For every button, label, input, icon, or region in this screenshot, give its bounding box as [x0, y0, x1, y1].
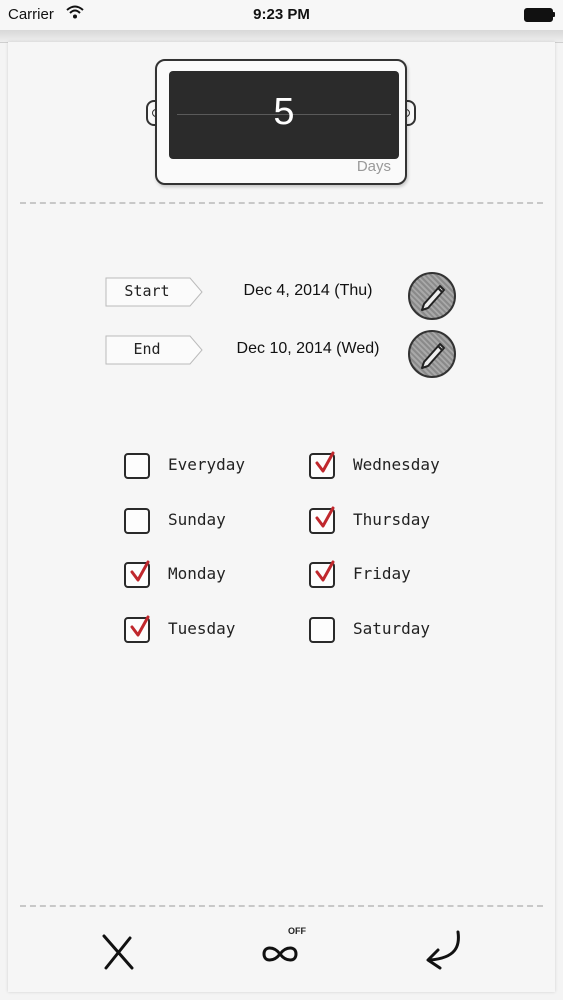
- return-icon: [426, 930, 460, 970]
- day-label: Friday: [353, 564, 411, 583]
- days-unit-label: Days: [356, 158, 391, 175]
- start-date-row: Start Dec 4, 2014 (Thu): [104, 272, 464, 320]
- day-label: Tuesday: [168, 619, 236, 638]
- confirm-return-button[interactable]: [420, 928, 470, 972]
- end-tag-label: End: [133, 340, 161, 358]
- status-bar: Carrier 9:23 PM: [0, 0, 563, 30]
- everyday-checkbox[interactable]: [124, 453, 150, 479]
- close-icon: [102, 934, 134, 970]
- divider-bottom: [20, 905, 543, 907]
- pencil-icon: [421, 343, 445, 369]
- start-date-value: Dec 4, 2014 (Thu): [243, 282, 373, 299]
- checkmark-icon: [315, 506, 335, 528]
- start-tag-label: Start: [124, 282, 170, 300]
- day-label: Wednesday: [353, 455, 440, 474]
- infinity-state-label: OFF: [288, 926, 306, 936]
- divider-top: [20, 202, 543, 204]
- friday-checkbox[interactable]: [309, 560, 335, 588]
- end-date-value: Dec 10, 2014 (Wed): [236, 340, 380, 357]
- day-option-tuesday[interactable]: Tuesday: [124, 614, 284, 644]
- end-tag: End: [104, 334, 204, 366]
- day-option-saturday[interactable]: Saturday: [309, 614, 469, 644]
- days-count: 5: [273, 91, 295, 133]
- sunday-checkbox[interactable]: [124, 508, 150, 534]
- wednesday-checkbox[interactable]: [309, 451, 335, 479]
- day-option-thursday[interactable]: Thursday: [309, 505, 469, 535]
- checkmark-icon: [130, 615, 150, 637]
- edit-end-button[interactable]: [408, 330, 456, 378]
- clock: 9:23 PM: [253, 6, 310, 23]
- end-date-row: End Dec 10, 2014 (Wed): [104, 330, 464, 378]
- edit-start-button[interactable]: [408, 272, 456, 320]
- day-label: Saturday: [353, 619, 431, 638]
- tuesday-checkbox[interactable]: [124, 615, 150, 643]
- saturday-checkbox[interactable]: [309, 617, 335, 643]
- day-label: Sunday: [168, 510, 226, 529]
- repeat-infinite-toggle[interactable]: OFF: [258, 926, 308, 972]
- cancel-button[interactable]: [94, 928, 144, 972]
- days-counter: 5 Days: [146, 56, 416, 186]
- checkmark-icon: [315, 560, 335, 582]
- pencil-icon: [421, 285, 445, 311]
- day-label: Everyday: [168, 455, 246, 474]
- checkmark-icon: [130, 560, 150, 582]
- day-label: Thursday: [353, 510, 431, 529]
- thursday-checkbox[interactable]: [309, 506, 335, 534]
- day-option-friday[interactable]: Friday: [309, 559, 469, 589]
- start-tag: Start: [104, 276, 204, 308]
- day-option-monday[interactable]: Monday: [124, 559, 284, 589]
- counter-display: 5: [169, 71, 399, 159]
- day-label: Monday: [168, 564, 226, 583]
- checkmark-icon: [315, 451, 335, 473]
- day-option-everyday[interactable]: Everyday: [124, 450, 284, 480]
- day-option-wednesday[interactable]: Wednesday: [309, 450, 469, 480]
- battery-icon: [524, 8, 555, 22]
- day-option-sunday[interactable]: Sunday: [124, 505, 284, 535]
- monday-checkbox[interactable]: [124, 560, 150, 588]
